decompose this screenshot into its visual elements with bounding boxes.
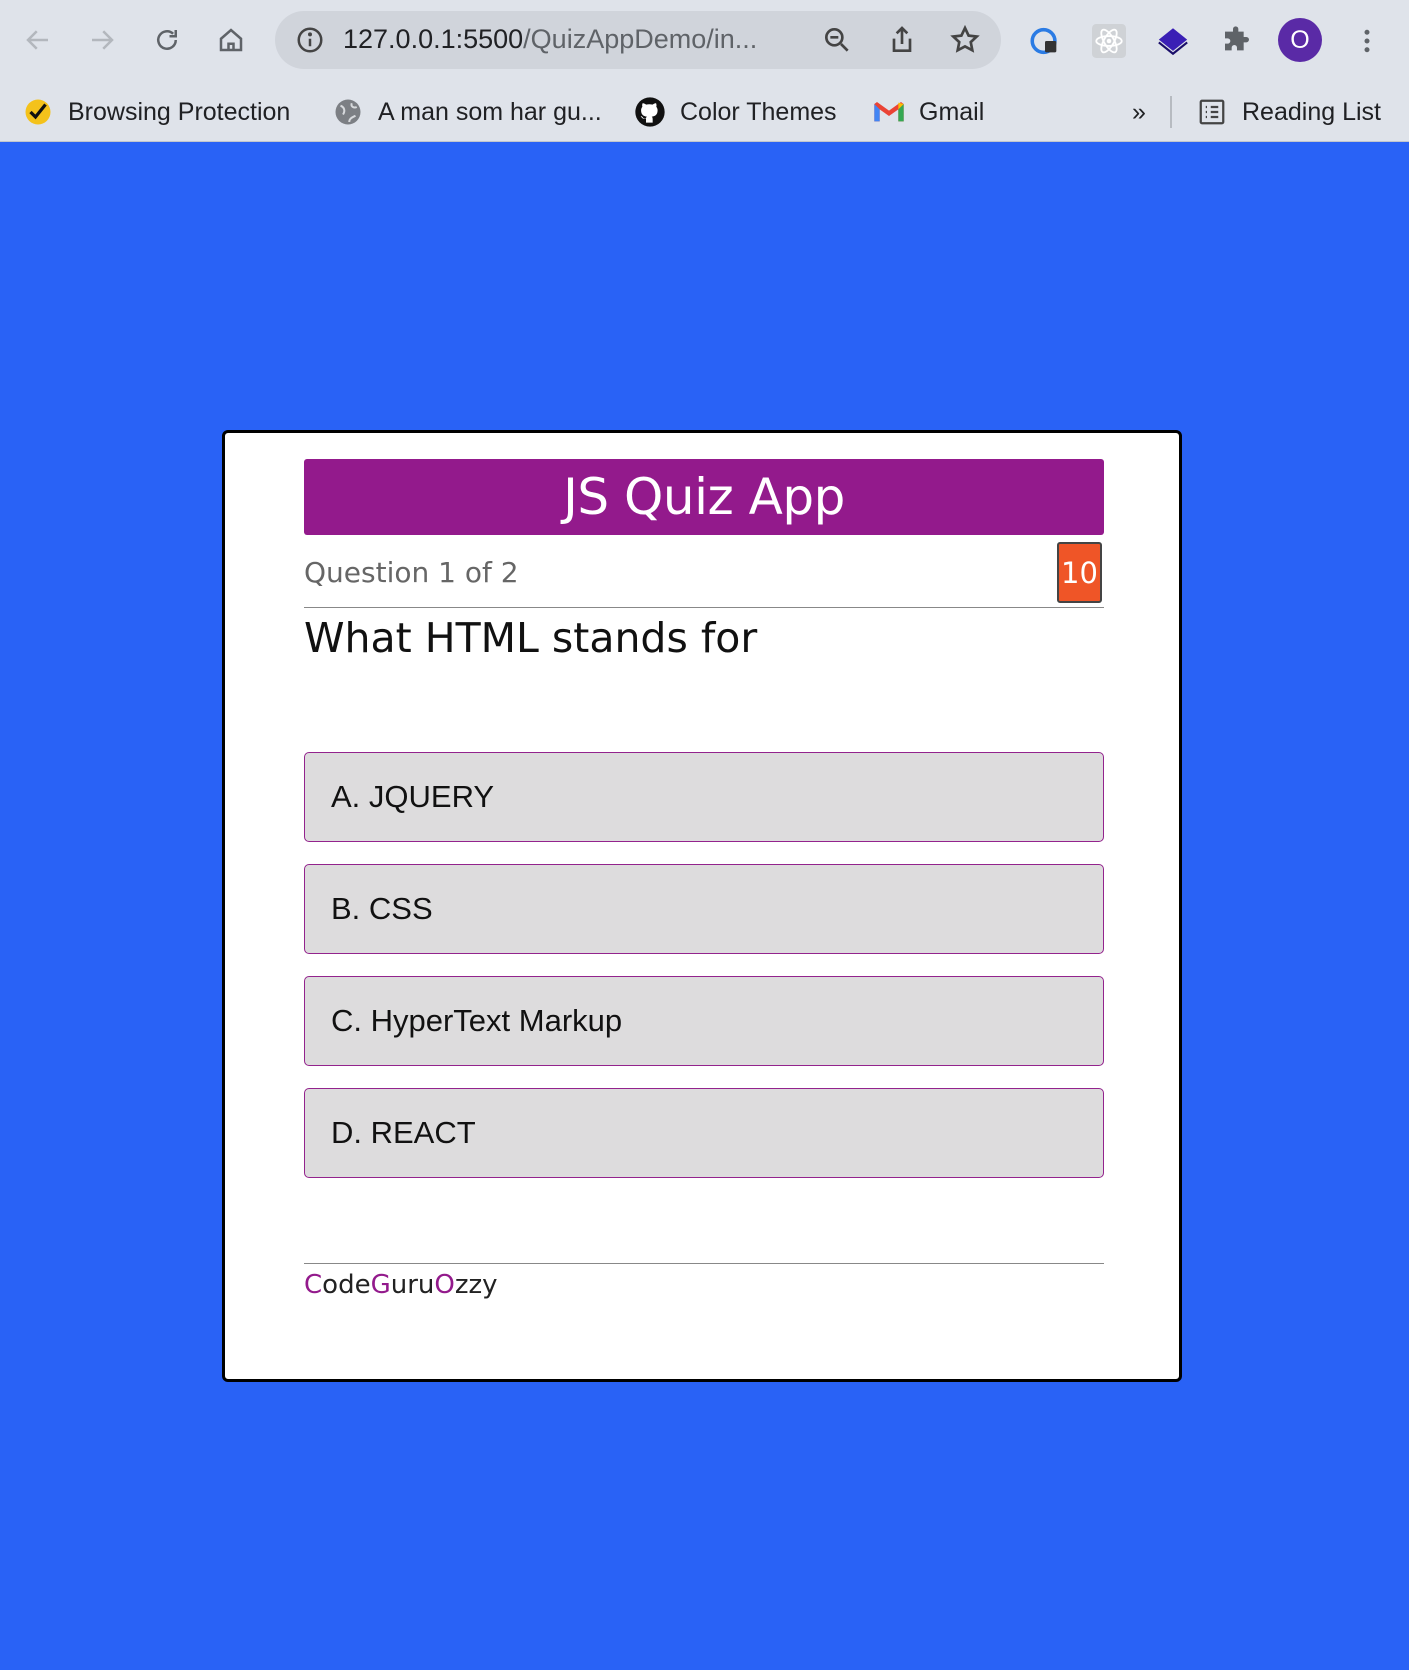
reading-list-icon [1196, 96, 1228, 128]
overflow-chevron-icon: » [1132, 97, 1146, 126]
reading-list-label: Reading List [1242, 97, 1381, 126]
zoom-icon[interactable] [821, 24, 853, 56]
react-devtools-extension[interactable] [1088, 20, 1130, 62]
info-icon[interactable] [295, 25, 325, 55]
key-lock-icon [1030, 27, 1057, 55]
arrow-left-icon [26, 30, 48, 50]
option-b-button[interactable]: B. CSS [304, 864, 1104, 954]
layers-extension[interactable] [1152, 20, 1194, 62]
profile-avatar[interactable]: O [1278, 18, 1322, 62]
option-c-button[interactable]: C. HyperText Markup [304, 976, 1104, 1066]
brand-initial-o: O [434, 1270, 455, 1300]
timer-badge: 10 [1057, 542, 1102, 603]
reload-icon [157, 30, 177, 50]
forward-button[interactable] [79, 17, 125, 63]
brand-initial-g: G [370, 1270, 391, 1300]
url-host: 127.0.0.1:5500 [343, 24, 524, 54]
bookmark-a-man[interactable]: A man som har gu... [332, 90, 602, 134]
bookmarks-divider [1170, 96, 1172, 128]
home-icon [219, 28, 243, 52]
bookmark-label: Color Themes [680, 97, 837, 126]
bookmark-gmail[interactable]: Gmail [873, 90, 984, 134]
norton-check-icon [22, 96, 54, 128]
brand-initial-c: C [304, 1270, 323, 1300]
star-icon[interactable] [949, 24, 981, 56]
question-text: What HTML stands for [304, 614, 758, 662]
password-manager-extension[interactable] [1024, 20, 1066, 62]
footer-divider [304, 1263, 1104, 1264]
header-divider [304, 607, 1104, 608]
brand-text: ode [322, 1270, 371, 1300]
reload-button[interactable] [144, 17, 190, 63]
bookmark-label: A man som har gu... [378, 97, 602, 126]
bookmark-browsing-protection[interactable]: Browsing Protection [22, 90, 290, 134]
browser-chrome: 127.0.0.1:5500/QuizAppDemo/in... O Brows… [0, 0, 1409, 142]
bookmark-label: Browsing Protection [68, 97, 291, 126]
quiz-title: JS Quiz App [304, 459, 1104, 535]
bookmark-label: Gmail [919, 97, 985, 126]
reading-list-button[interactable]: Reading List [1196, 90, 1381, 134]
kebab-menu-icon [1364, 29, 1370, 53]
url-path: /QuizAppDemo/in... [523, 24, 758, 54]
arrow-right-icon [92, 30, 114, 50]
browser-toolbar: 127.0.0.1:5500/QuizAppDemo/in... O [0, 0, 1409, 82]
bookmarks-overflow-button[interactable]: » [1132, 90, 1146, 134]
bookmarks-bar: Browsing Protection A man som har gu... … [0, 82, 1409, 142]
url-text[interactable]: 127.0.0.1:5500/QuizAppDemo/in... [343, 24, 763, 55]
brand-text: zzy [454, 1270, 498, 1300]
home-button[interactable] [208, 17, 254, 63]
address-bar[interactable]: 127.0.0.1:5500/QuizAppDemo/in... [275, 11, 1001, 69]
option-d-button[interactable]: D. REACT [304, 1088, 1104, 1178]
quiz-container: JS Quiz App Question 1 of 2 10 What HTML… [304, 459, 1104, 1359]
option-a-button[interactable]: A. JQUERY [304, 752, 1104, 842]
puzzle-icon [1225, 26, 1249, 51]
quiz-card: JS Quiz App Question 1 of 2 10 What HTML… [222, 430, 1182, 1382]
react-icon [1092, 24, 1126, 58]
layers-icon [1158, 28, 1188, 56]
question-counter: Question 1 of 2 [304, 556, 519, 589]
share-icon[interactable] [886, 24, 918, 56]
menu-button[interactable] [1346, 20, 1388, 62]
gmail-icon [873, 96, 905, 128]
globe-icon [332, 96, 364, 128]
github-icon [634, 96, 666, 128]
bookmark-color-themes[interactable]: Color Themes [634, 90, 837, 134]
extensions-button[interactable] [1216, 20, 1258, 62]
back-button[interactable] [15, 17, 61, 63]
footer-brand: CodeGuruOzzy [304, 1270, 498, 1300]
brand-text: uru [390, 1270, 435, 1300]
